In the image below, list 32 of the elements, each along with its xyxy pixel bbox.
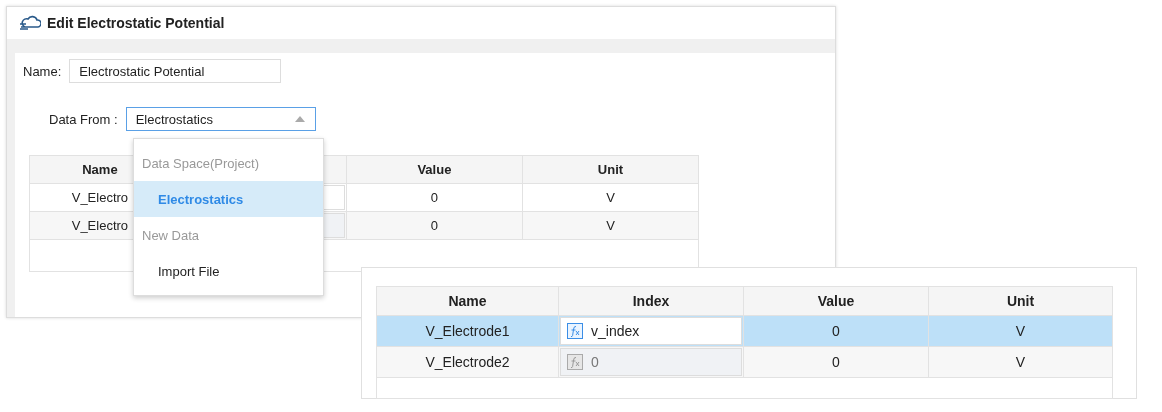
index-field[interactable]: v_index — [560, 317, 742, 345]
name-label: Name: — [23, 63, 62, 79]
name-field[interactable]: Electrostatic Potential — [69, 59, 282, 83]
name-cell: V_Electrode2 — [425, 354, 510, 370]
data-from-label: Data From : — [49, 111, 118, 127]
column-header: Value — [346, 155, 523, 184]
function-icon — [567, 323, 583, 339]
value-cell: 0 — [832, 354, 840, 370]
column-header: Index — [558, 286, 744, 316]
column-header: Unit — [928, 286, 1113, 316]
caret-icon — [293, 115, 306, 123]
value-cell: 0 — [832, 323, 840, 339]
unit-cell: V — [1015, 354, 1026, 370]
unit-cell: V — [606, 218, 615, 233]
unit-cell: V — [606, 190, 615, 205]
cloud-icon — [19, 15, 41, 31]
table-row[interactable]: V_Electrode1 v_index 0 V — [376, 315, 1113, 347]
column-header: Unit — [522, 155, 699, 184]
value-cell: 0 — [430, 218, 438, 233]
column-header: Name — [376, 286, 559, 316]
name-cell: V_Electro — [71, 190, 129, 205]
unit-cell: V — [1015, 323, 1026, 339]
value-cell: 0 — [430, 190, 438, 205]
name-cell: V_Electro — [71, 218, 129, 233]
menu-item[interactable]: Import File — [134, 253, 323, 289]
menu-group-label: New Data — [142, 227, 200, 243]
data-from-dropdown[interactable]: Electrostatics — [125, 107, 316, 131]
name-cell: V_Electrode1 — [425, 323, 510, 339]
column-header: Value — [743, 286, 929, 316]
function-icon — [567, 354, 583, 370]
dialog-title: Edit Electrostatic Potential — [47, 15, 225, 31]
table-row[interactable]: V_Electrode2 0 0 V — [376, 346, 1113, 378]
